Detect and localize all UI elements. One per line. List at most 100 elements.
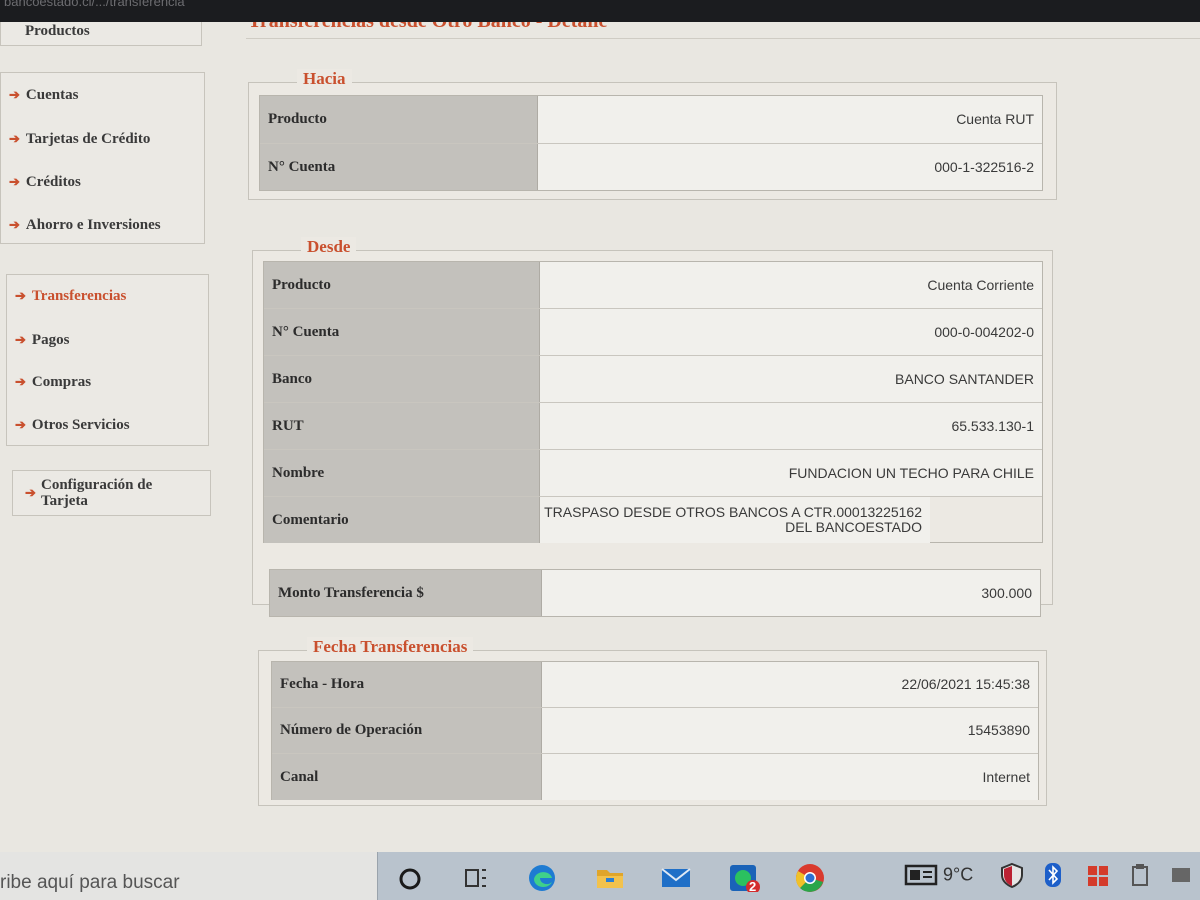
sidebar-item-transferencias[interactable]: ➔ Transferencias: [15, 288, 126, 305]
row-label: Fecha - Hora: [272, 662, 542, 707]
sidebar-productos-box[interactable]: Productos: [0, 22, 202, 46]
monto-label: Monto Transferencia $: [270, 570, 542, 616]
page-title: Transferencias desde Otro Banco - Detall…: [248, 22, 607, 33]
row-value: FUNDACION UN TECHO PARA CHILE: [540, 450, 1042, 496]
table-row: Canal Internet: [272, 754, 1038, 800]
arrow-right-icon: ➔: [9, 131, 20, 146]
row-label: Producto: [264, 262, 540, 308]
monto-table: Monto Transferencia $ 300.000: [269, 569, 1041, 617]
arrow-right-icon: ➔: [15, 332, 26, 347]
edge-icon[interactable]: [526, 862, 558, 892]
sidebar-item-label: Otros Servicios: [31, 417, 130, 433]
temperature-text: 9°C: [943, 864, 974, 885]
sidebar-item-creditos[interactable]: ➔ Créditos: [9, 174, 81, 191]
notification-badge: 2: [749, 879, 757, 894]
arrow-right-icon: ➔: [9, 174, 20, 189]
table-row: Producto Cuenta RUT: [260, 96, 1042, 144]
sidebar-item-label: Tarjeta: [41, 493, 88, 509]
sidebar-item-tarjetas[interactable]: ➔ Tarjetas de Crédito: [9, 131, 150, 148]
table-row: Producto Cuenta Corriente: [264, 262, 1042, 309]
row-value: Cuenta Corriente: [540, 262, 1042, 308]
row-label: N° Cuenta: [264, 309, 540, 355]
fecha-section: Fecha Transferencias Fecha - Hora 22/06/…: [258, 637, 1047, 806]
desde-legend: Desde: [301, 237, 357, 257]
taskbar: ribe aquí para buscar 2 9°C: [0, 852, 1200, 900]
desde-section: Desde Producto Cuenta Corriente N° Cuent…: [252, 237, 1053, 617]
arrow-right-icon: ➔: [15, 374, 26, 389]
title-divider: [246, 38, 1200, 39]
hacia-table: Producto Cuenta RUT N° Cuenta 000-1-3225…: [259, 95, 1043, 191]
sidebar-item-label: Configuración de: [41, 477, 153, 493]
hacia-section: Hacia Producto Cuenta RUT N° Cuenta 000-…: [248, 69, 1057, 200]
row-label: Canal: [272, 754, 542, 800]
table-row: Comentario TRASPASO DESDE OTROS BANCOS A…: [264, 497, 1042, 543]
sidebar-item-compras[interactable]: ➔ Compras: [15, 374, 91, 391]
tray-app-icon[interactable]: [1170, 862, 1192, 893]
sidebar-item-label: Compras: [31, 374, 92, 390]
arrow-right-icon: ➔: [15, 288, 26, 303]
row-value: Cuenta RUT: [538, 96, 1042, 143]
sidebar-item-label: Créditos: [25, 174, 81, 190]
file-explorer-icon[interactable]: [594, 862, 626, 892]
sidebar-item-configuracion[interactable]: ➔ Configuración de Tarjeta: [21, 477, 152, 509]
table-row: Monto Transferencia $ 300.000: [270, 570, 1040, 616]
search-placeholder: ribe aquí para buscar: [0, 872, 180, 893]
security-shield-icon[interactable]: [1000, 862, 1024, 893]
clipboard-icon[interactable]: [1130, 862, 1150, 893]
row-value: 000-1-322516-2: [538, 144, 1042, 190]
sidebar-item-otros[interactable]: ➔ Otros Servicios: [15, 417, 130, 434]
desde-table: Producto Cuenta Corriente N° Cuenta 000-…: [263, 261, 1043, 543]
office-app-icon[interactable]: [1086, 862, 1110, 893]
row-value: 22/06/2021 15:45:38: [542, 662, 1038, 707]
row-value: Internet: [542, 754, 1038, 800]
task-view-icon[interactable]: [460, 862, 492, 892]
sidebar-item-label: Productos: [25, 23, 90, 39]
row-label: RUT: [264, 403, 540, 449]
sidebar-item-label: Cuentas: [25, 87, 79, 103]
sidebar-item-label: Pagos: [31, 332, 70, 348]
table-row: Fecha - Hora 22/06/2021 15:45:38: [272, 662, 1038, 708]
whatsapp-icon[interactable]: 2: [728, 862, 760, 894]
chrome-icon[interactable]: [794, 862, 826, 892]
address-bar[interactable]: bancoestado.cl/.../transferencia: [0, 0, 1200, 22]
table-row: N° Cuenta 000-0-004202-0: [264, 309, 1042, 356]
table-row: Nombre FUNDACION UN TECHO PARA CHILE: [264, 450, 1042, 497]
hacia-legend: Hacia: [297, 69, 352, 89]
weather-widget[interactable]: 9°C: [904, 862, 973, 888]
monto-value: 300.000: [542, 570, 1040, 616]
table-row: Banco BANCO SANTANDER: [264, 356, 1042, 403]
row-value: 15453890: [542, 708, 1038, 753]
sidebar-group-products: ➔ Cuentas ➔ Tarjetas de Crédito ➔ Créditos …: [0, 72, 205, 244]
arrow-right-icon: ➔: [25, 485, 36, 500]
sidebar-group-config[interactable]: ➔ Configuración de Tarjeta: [12, 470, 211, 516]
taskbar-search-input[interactable]: ribe aquí para buscar: [0, 852, 378, 900]
mail-icon[interactable]: [660, 862, 692, 892]
sidebar-item-pagos[interactable]: ➔ Pagos: [15, 332, 69, 349]
sidebar-item-cuentas[interactable]: ➔ Cuentas: [9, 87, 78, 104]
row-label: Nombre: [264, 450, 540, 496]
arrow-right-icon: ➔: [15, 417, 26, 432]
cortana-icon[interactable]: [396, 862, 428, 892]
row-value: 65.533.130-1: [540, 403, 1042, 449]
sidebar-item-label: Ahorro e Inversiones: [25, 217, 161, 233]
sidebar-item-label: Transferencias: [31, 288, 127, 304]
row-value: 000-0-004202-0: [540, 309, 1042, 355]
bluetooth-icon[interactable]: [1044, 862, 1062, 893]
address-bar-url: bancoestado.cl/.../transferencia: [4, 0, 185, 9]
table-row: Número de Operación 15453890: [272, 708, 1038, 754]
row-value: BANCO SANTANDER: [540, 356, 1042, 402]
row-label: N° Cuenta: [260, 144, 538, 190]
row-label: Banco: [264, 356, 540, 402]
sidebar-item-productos[interactable]: Productos: [25, 23, 90, 40]
row-label: Número de Operación: [272, 708, 542, 753]
arrow-right-icon: ➔: [9, 87, 20, 102]
row-value: TRASPASO DESDE OTROS BANCOS A CTR.000132…: [540, 497, 930, 543]
sidebar-item-label: Tarjetas de Crédito: [25, 131, 151, 147]
row-label: Producto: [260, 96, 538, 143]
row-label: Comentario: [264, 497, 540, 543]
fecha-table: Fecha - Hora 22/06/2021 15:45:38 Número …: [271, 661, 1039, 800]
table-row: N° Cuenta 000-1-322516-2: [260, 144, 1042, 190]
sidebar-item-ahorro[interactable]: ➔ Ahorro e Inversiones: [9, 217, 161, 234]
sidebar-group-operations: ➔ Transferencias ➔ Pagos ➔ Compras ➔ Otros S…: [6, 274, 209, 446]
page-content: Transferencias desde Otro Banco - Detall…: [0, 22, 1200, 852]
